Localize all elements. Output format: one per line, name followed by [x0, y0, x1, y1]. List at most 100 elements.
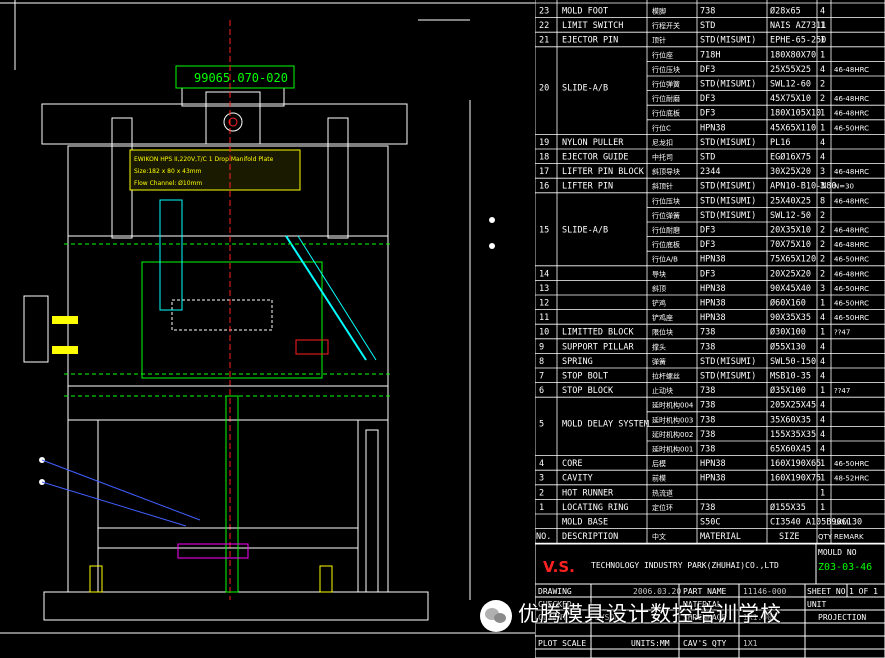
bom-material: STD(MISUMI) — [700, 211, 756, 221]
bom-material: HPN38 — [700, 255, 726, 265]
ejector-rod — [225, 395, 239, 593]
cavity-plate — [67, 235, 389, 387]
cad-viewport[interactable]: 99065.070-020 EWIKON HPS II,220V,T/C 1 D… — [0, 0, 885, 658]
bom-size: 75X65X120 — [770, 255, 816, 265]
part-name-value: 11146-000 — [743, 587, 787, 596]
bom-material: DF3 — [700, 94, 715, 104]
bom-description: EJECTOR PIN — [562, 36, 618, 46]
bom-chinese-name: 顶针 — [652, 36, 666, 45]
bom-material: HPN38 — [700, 474, 726, 484]
bom-description: HOT RUNNER — [562, 488, 614, 498]
bom-header-chinese: 中文 — [652, 532, 666, 541]
bom-chinese-name: 后模 — [652, 459, 666, 468]
bom-no: 15 — [539, 226, 549, 236]
bom-size: 180X80X70 — [770, 50, 816, 60]
company-logo: V.S. — [543, 558, 575, 576]
bom-chinese-name: 限位块 — [652, 328, 673, 337]
bom-qty: 1 — [820, 50, 825, 60]
bom-qty: 2 — [820, 269, 825, 279]
angle-pin-right — [285, 235, 367, 361]
bom-chinese-name: 行位A/B — [652, 255, 678, 264]
bom-remark: 46-48HRC — [834, 110, 869, 118]
mold-foot-right — [319, 565, 333, 593]
bom-no: 5 — [539, 419, 544, 429]
drawing-label: DRAWING — [538, 587, 572, 596]
bom-remark: N=30 — [834, 183, 854, 191]
bom-no: 4 — [539, 459, 544, 469]
bom-material: STD(MISUMI) — [700, 36, 756, 46]
bom-description: SPRING — [562, 357, 593, 367]
bom-qty: 1 — [820, 459, 825, 469]
bom-no: 14 — [539, 269, 549, 279]
wechat-icon — [480, 600, 512, 632]
bom-header-material: MATERIAL — [700, 532, 741, 542]
bom-qty: 1 — [820, 386, 825, 396]
bom-description: LIMITTED BLOCK — [562, 328, 635, 338]
bom-description: MOLD FOOT — [562, 7, 608, 17]
bom-remark: 46-50HRC — [834, 256, 869, 264]
bom-qty: 2 — [820, 80, 825, 90]
bom-qty: 1 — [820, 109, 825, 119]
bom-qty: 2 — [820, 255, 825, 265]
cavity-insert — [141, 261, 323, 379]
bom-material: STD(MISUMI) — [700, 182, 756, 192]
bom-description: LIMIT SWITCH — [562, 21, 623, 31]
bom-size: 180X105X10 — [770, 109, 821, 119]
bom-size: SWL12-50 — [770, 211, 811, 221]
bom-material: HPN38 — [700, 313, 726, 323]
bom-material: HPN38 — [700, 299, 726, 309]
bom-size: 20X25X20 — [770, 269, 811, 279]
bom-material: STD(MISUMI) — [700, 372, 756, 382]
bom-qty: 4 — [820, 138, 825, 148]
bom-size: 155X35X35 — [770, 430, 816, 440]
bom-remark: ??47 — [834, 329, 850, 337]
bom-size: Ø30X100 — [770, 327, 806, 338]
bom-chinese-name: 中托司 — [652, 153, 673, 162]
bom-material: DF3 — [700, 240, 715, 250]
bom-qty: 4 — [820, 65, 825, 75]
bom-qty: 4 — [820, 357, 825, 367]
bom-no: 6 — [539, 386, 544, 396]
bom-description: EJECTOR GUIDE — [562, 153, 629, 163]
bom-chinese-name: 前模 — [652, 474, 666, 483]
bom-text: 23 MOLD FOOT 模脚 738 Ø28x65 422 LIMIT SWITCH 行程开… — [536, 6, 869, 543]
bom-size: EPHE-65-250 — [770, 36, 826, 46]
bom-material: DF3 — [700, 226, 715, 236]
bom-description: MOLD DELAY SYSTEM — [562, 419, 649, 429]
bom-qty: 2 — [820, 211, 825, 221]
bom-remark: 46-48HRC — [834, 270, 869, 278]
bom-qty: 1 — [820, 299, 825, 309]
bom-size: 45X75X10 — [770, 94, 811, 104]
bom-remark: 46-50HRC — [834, 285, 869, 293]
bom-chinese-name: 行位C — [652, 123, 671, 132]
bom-material: 738 — [700, 386, 715, 396]
bom-no: 10 — [539, 328, 549, 338]
note-line-2: Size:182 x 80 x 43mm — [134, 168, 202, 175]
bom-material: S50C — [700, 518, 720, 528]
bom-size: Ø28x65 — [770, 6, 801, 17]
bom-qty: 3 — [820, 182, 825, 192]
bom-header-remark: REMARK — [834, 533, 864, 541]
bom-no: 7 — [539, 372, 544, 382]
bom-material: 738 — [700, 503, 715, 513]
bom-no: 8 — [539, 357, 544, 367]
sprue-circle — [223, 112, 243, 132]
bom-chinese-name: 热流道 — [652, 488, 673, 497]
bom-qty: 2 — [820, 240, 825, 250]
lifter-block — [295, 339, 329, 355]
bom-remark: 46-48HRC — [834, 168, 869, 176]
bom-qty: 2 — [820, 94, 825, 104]
units-label: UNITS:MM — [631, 639, 670, 648]
bom-description: LIFTER PIN BLOCK — [562, 167, 645, 177]
bom-no: 3 — [539, 474, 544, 484]
bom-size: EGØ16X75 — [770, 152, 811, 163]
bom-header-size: SIZE — [779, 532, 799, 542]
bom-material: 738 — [700, 430, 715, 440]
hole-marker-c — [489, 217, 495, 223]
bom-size: SWL12-60 — [770, 80, 811, 90]
bom-qty: 4 — [820, 342, 825, 352]
bom-remark: 46-48HRC — [834, 197, 869, 205]
bom-size: 160X190X65 — [770, 459, 821, 469]
bom-material: STD(MISUMI) — [700, 357, 756, 367]
bom-chinese-name: 斜顶针 — [652, 182, 673, 191]
